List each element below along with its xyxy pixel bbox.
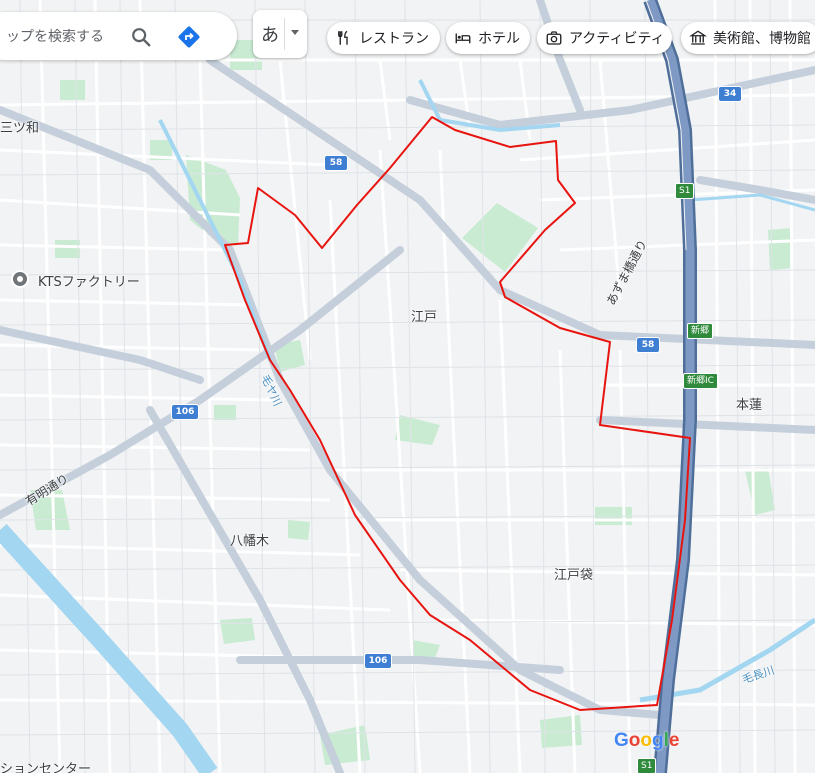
bed-icon <box>455 33 471 44</box>
route-106-shield: 106 <box>364 653 392 669</box>
chevron-down-icon[interactable] <box>291 30 299 35</box>
museum-icon <box>689 30 707 45</box>
chip-museums[interactable]: 美術館、博物館 <box>681 22 815 54</box>
poi-pin-icon[interactable] <box>11 270 29 288</box>
shingo-exit-shield: 新郷 <box>687 323 714 339</box>
camera-icon <box>546 31 562 45</box>
input-method-button[interactable]: あ <box>253 10 307 58</box>
place-label-motohasu: 本蓮 <box>736 398 763 413</box>
place-label-station-center: ションセンター <box>0 762 92 773</box>
search-icon[interactable] <box>130 26 152 48</box>
expressway-s1-shield: S1 <box>637 758 657 773</box>
chip-activities-label: アクティビティ <box>569 31 665 47</box>
place-label-edobukuro: 江戸袋 <box>554 568 594 583</box>
place-label-mitsuwa: 三ツ和 <box>0 121 40 136</box>
place-label-yawatagi: 八幡木 <box>230 534 270 549</box>
shingo-ic-shield: 新郷IC <box>683 373 718 389</box>
directions-icon[interactable] <box>177 25 201 49</box>
chip-restaurant[interactable]: レストラン <box>327 22 440 54</box>
route-58-shield: 58 <box>636 337 660 353</box>
route-58-shield: 58 <box>324 155 348 171</box>
fork-knife-icon <box>338 30 348 45</box>
map-canvas[interactable]: 58 58 106 106 34 S1 S1 新郷 新郷IC 三ツ和 KTSファ… <box>0 0 815 773</box>
google-logo: Google <box>614 730 680 751</box>
expressway-s1-shield: S1 <box>675 183 695 199</box>
divider <box>284 18 285 50</box>
place-label-edo: 江戸 <box>411 310 438 325</box>
chip-hotel[interactable]: ホテル <box>446 22 530 54</box>
search-box[interactable]: ップを検索する <box>0 12 237 60</box>
search-placeholder[interactable]: ップを検索する <box>6 26 126 46</box>
route-34-shield: 34 <box>718 86 742 102</box>
chip-museums-label: 美術館、博物館 <box>713 31 811 47</box>
chip-activities[interactable]: アクティビティ <box>537 22 672 54</box>
chip-restaurant-label: レストラン <box>359 31 429 47</box>
place-label-kts[interactable]: KTSファクトリー <box>38 271 140 290</box>
ime-char: あ <box>261 25 279 46</box>
route-106-shield: 106 <box>171 404 199 420</box>
chip-hotel-label: ホテル <box>478 31 520 47</box>
